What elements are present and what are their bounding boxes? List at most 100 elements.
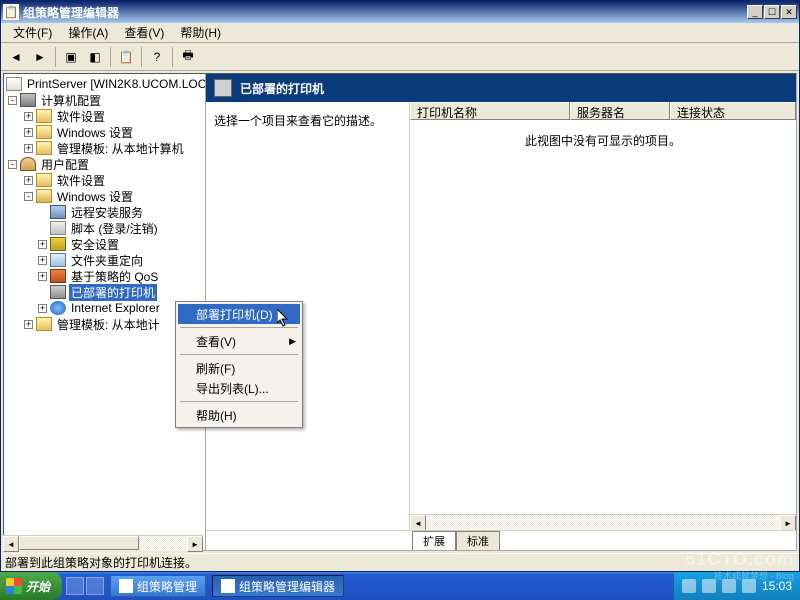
expand-icon[interactable]: +: [38, 256, 47, 265]
expand-icon[interactable]: +: [38, 304, 47, 313]
tree-label: 软件设置: [55, 108, 107, 125]
folder-icon: [36, 125, 52, 139]
ql-explorer[interactable]: [86, 577, 104, 595]
folder-icon: [36, 173, 52, 187]
expand-icon[interactable]: +: [38, 272, 47, 281]
ctx-label: 导出列表(L)...: [196, 380, 269, 397]
folder-icon: [36, 109, 52, 123]
watermark: 51CTO.com: [685, 549, 794, 570]
statusbar: 部署到此组策略对象的打印机连接。: [1, 553, 799, 571]
maximize-button[interactable]: ☐: [764, 5, 780, 19]
submenu-arrow-icon: ▶: [289, 336, 296, 347]
script-icon: [50, 221, 66, 235]
printer-button[interactable]: 🖶: [177, 46, 199, 68]
titlebar[interactable]: 📋 组策略管理编辑器 _ ☐ ✕: [1, 1, 799, 23]
tree-admin-templates[interactable]: + 管理模板: 从本地计算机: [4, 140, 205, 156]
forward-button[interactable]: ►: [29, 46, 51, 68]
toolbar-separator: [110, 47, 111, 67]
tree-deployed-printers[interactable]: 已部署的打印机: [4, 284, 205, 300]
menu-help[interactable]: 帮助(H): [172, 22, 229, 43]
list-column: 打印机名称 服务器名 连接状态 此视图中没有可显示的项目。 ◄ ►: [410, 102, 796, 530]
tree-label: 安全设置: [69, 236, 121, 253]
ctx-label: 部署打印机(D): [196, 306, 273, 323]
col-header-status[interactable]: 连接状态: [670, 102, 796, 120]
tree-security-settings[interactable]: + 安全设置: [4, 236, 205, 252]
menu-view[interactable]: 查看(V): [116, 22, 172, 43]
scroll-right-button[interactable]: ►: [780, 515, 796, 531]
scroll-left-button[interactable]: ◄: [410, 515, 426, 531]
taskbar-task-gpeditor[interactable]: 组策略管理编辑器: [212, 575, 344, 597]
tree-folder-redirect[interactable]: + 文件夹重定向: [4, 252, 205, 268]
minimize-button[interactable]: _: [747, 5, 763, 19]
tree-software-settings[interactable]: + 软件设置: [4, 108, 205, 124]
tree-windows-settings[interactable]: + Windows 设置: [4, 124, 205, 140]
expand-icon[interactable]: +: [24, 176, 33, 185]
task-label: 组策略管理: [137, 578, 197, 595]
detail-header: 已部署的打印机: [206, 74, 796, 102]
help-button[interactable]: ?: [146, 46, 168, 68]
service-icon: [50, 205, 66, 219]
window-title: 组策略管理编辑器: [23, 4, 747, 21]
list-scrollbar: ◄ ►: [410, 514, 796, 530]
ctx-export-list[interactable]: 导出列表(L)...: [178, 378, 300, 398]
ctx-label: 刷新(F): [196, 360, 235, 377]
statusbar-text: 部署到此组策略对象的打印机连接。: [5, 554, 197, 571]
back-button[interactable]: ◄: [5, 46, 27, 68]
close-button[interactable]: ✕: [781, 5, 797, 19]
tree-computer-config[interactable]: - 计算机配置: [4, 92, 205, 108]
ctx-refresh[interactable]: 刷新(F): [178, 358, 300, 378]
export-button[interactable]: 📋: [115, 46, 137, 68]
printer-icon: [214, 79, 232, 97]
tree-label: 远程安装服务: [69, 204, 145, 221]
menu-file[interactable]: 文件(F): [5, 22, 60, 43]
scroll-left-button[interactable]: ◄: [4, 536, 19, 550]
collapse-icon[interactable]: -: [24, 192, 33, 201]
menu-action[interactable]: 操作(A): [60, 22, 116, 43]
ctx-separator: [180, 327, 298, 328]
ctx-help[interactable]: 帮助(H): [178, 405, 300, 425]
expand-icon[interactable]: +: [24, 112, 33, 121]
expand-icon[interactable]: +: [24, 144, 33, 153]
show-hide-button[interactable]: ◧: [84, 46, 106, 68]
ctx-view[interactable]: 查看(V) ▶: [178, 331, 300, 351]
toolbar-separator: [172, 47, 173, 67]
tree-policy-qos[interactable]: + 基于策略的 QoS: [4, 268, 205, 284]
tree-windows-settings-user[interactable]: - Windows 设置: [4, 188, 205, 204]
ctx-label: 帮助(H): [196, 407, 237, 424]
tab-extended[interactable]: 扩展: [412, 531, 456, 550]
taskbar-task-gpmc[interactable]: 组策略管理: [110, 575, 206, 597]
watermark-sub: 技术成就梦想 - Blog: [714, 569, 794, 582]
body-area: PrintServer [WIN2K8.UCOM.LOC - 计算机配置 + 软…: [3, 73, 797, 551]
tray-icon[interactable]: [682, 579, 696, 593]
printer-icon: [50, 285, 66, 299]
ctx-deploy-printer[interactable]: 部署打印机(D): [178, 304, 300, 324]
expand-icon[interactable]: +: [24, 128, 33, 137]
tree-root[interactable]: PrintServer [WIN2K8.UCOM.LOC: [4, 76, 205, 92]
toolbar-separator: [55, 47, 56, 67]
start-button[interactable]: 开始: [0, 572, 62, 600]
folder-icon: [36, 317, 52, 331]
tree-label: 计算机配置: [39, 92, 103, 109]
col-header-server[interactable]: 服务器名: [570, 102, 670, 120]
tree-label: Internet Explorer: [69, 301, 162, 315]
ql-desktop[interactable]: [66, 577, 84, 595]
tree-remote-install[interactable]: 远程安装服务: [4, 204, 205, 220]
collapse-icon[interactable]: -: [8, 96, 17, 105]
collapse-icon[interactable]: -: [8, 160, 17, 169]
scroll-track[interactable]: [426, 515, 780, 530]
scroll-thumb[interactable]: [19, 536, 139, 550]
expand-icon[interactable]: +: [24, 320, 33, 329]
main-window: 📋 组策略管理编辑器 _ ☐ ✕ 文件(F) 操作(A) 查看(V) 帮助(H)…: [0, 0, 800, 572]
up-button[interactable]: ▣: [60, 46, 82, 68]
tree-user-config[interactable]: - 用户配置: [4, 156, 205, 172]
col-header-printer[interactable]: 打印机名称: [410, 102, 570, 120]
user-icon: [20, 157, 36, 171]
tab-standard[interactable]: 标准: [456, 531, 500, 550]
scroll-right-button[interactable]: ►: [187, 536, 203, 550]
expand-icon[interactable]: +: [38, 240, 47, 249]
description-prompt: 选择一个项目来查看它的描述。: [214, 114, 382, 128]
tree-software-settings-user[interactable]: + 软件设置: [4, 172, 205, 188]
scroll-track[interactable]: [19, 536, 187, 550]
tree-scripts[interactable]: 脚本 (登录/注销): [4, 220, 205, 236]
ie-icon: [50, 301, 66, 315]
